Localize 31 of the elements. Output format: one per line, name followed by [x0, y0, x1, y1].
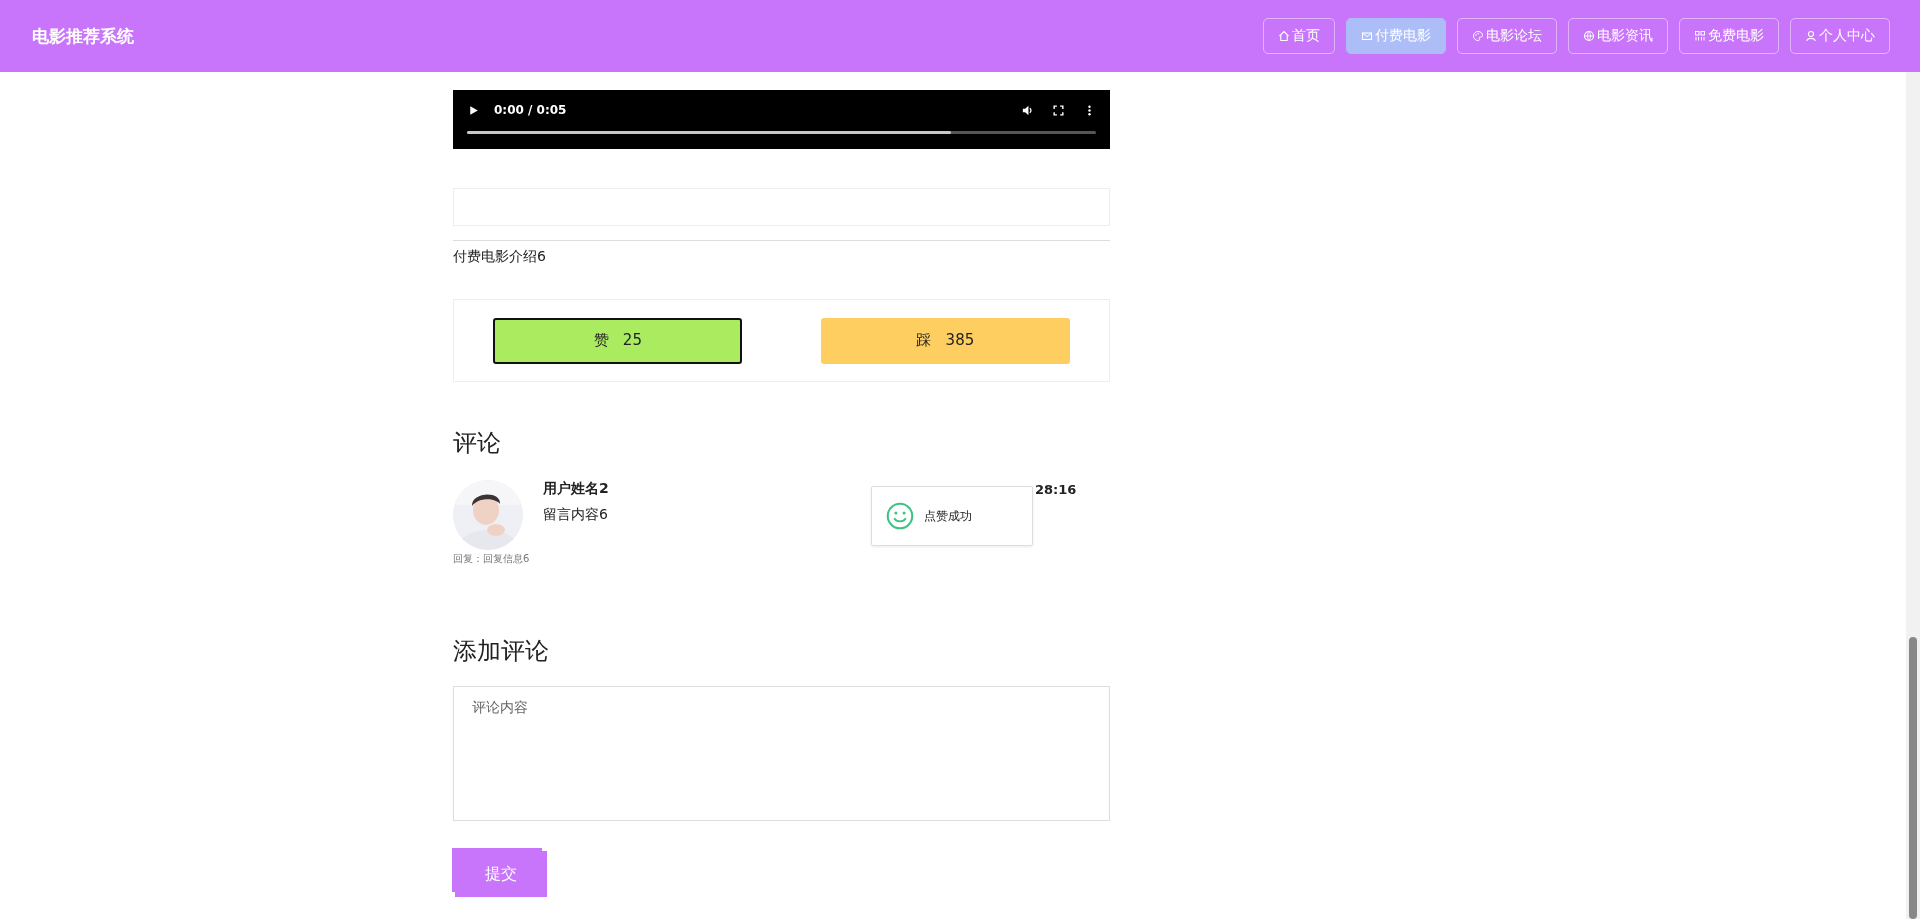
envelope-icon — [1361, 30, 1373, 42]
video-time: 0:00 / 0:05 — [494, 103, 567, 117]
section-heading: 添加评论 — [453, 636, 550, 666]
movie-intro: 付费电影介绍6 — [453, 247, 547, 266]
site-title: 电影推荐系统 — [32, 24, 134, 48]
vote-button[interactable]: 踩 385 — [820, 317, 1070, 364]
progress-track[interactable] — [467, 131, 1096, 134]
nav-link[interactable]: 首页 — [1263, 18, 1335, 54]
fullscreen-icon[interactable] — [1052, 103, 1065, 117]
toast-text: 点赞成功 — [924, 507, 972, 525]
palette-icon — [1472, 30, 1484, 42]
nav-link[interactable]: 电影资讯 — [1568, 18, 1668, 54]
nav-link[interactable]: 免费电影 — [1679, 18, 1779, 54]
user-icon — [1805, 30, 1817, 42]
smiley-icon — [886, 502, 914, 530]
nav-link[interactable]: 个人中心 — [1790, 18, 1890, 54]
comment-time: 28:16 — [1035, 482, 1077, 497]
globe-icon — [1583, 30, 1595, 42]
nav-link[interactable]: 付费电影 — [1346, 18, 1446, 54]
scrollbar-thumb[interactable] — [1909, 637, 1917, 919]
reply-text: 回复：回复信息6 — [453, 552, 531, 566]
vote-button[interactable]: 赞 25 — [493, 317, 743, 364]
comment-input[interactable]: 评论内容 — [453, 686, 1110, 821]
comment-author: 用户姓名2 — [543, 480, 609, 498]
nav-link[interactable]: 电影论坛 — [1457, 18, 1557, 54]
home-icon — [1278, 30, 1290, 42]
section-heading: 评论 — [453, 428, 502, 458]
submit-button[interactable]: 提交 — [455, 851, 547, 897]
comment-text: 留言内容6 — [543, 506, 609, 524]
grid-icon — [1694, 30, 1706, 42]
play-icon[interactable] — [467, 103, 480, 117]
